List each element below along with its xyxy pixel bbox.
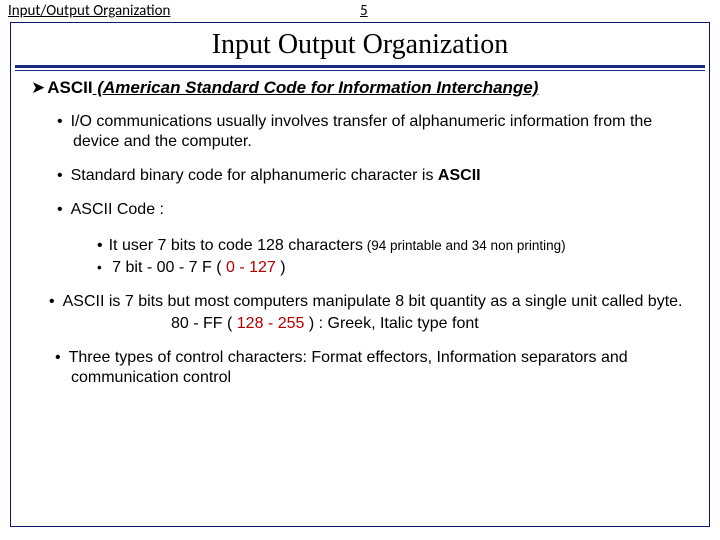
bullet-icon: •	[57, 113, 63, 130]
slide-title: Input Output Organization	[11, 23, 709, 65]
section-heading: ➤ASCII (American Standard Code for Infor…	[31, 75, 689, 112]
heading-expansion: (American Standard Code for Information …	[93, 78, 539, 97]
header-left: Input/Output Organization	[8, 2, 360, 20]
bullet-byte: •ASCII is 7 bits but most computers mani…	[31, 292, 689, 334]
slide-content: ➤ASCII (American Standard Code for Infor…	[11, 71, 709, 388]
bullet-control-chars: •Three types of control characters: Form…	[31, 348, 689, 388]
bullet-ascii-code: •ASCII Code : •It user 7 bits to code 12…	[31, 200, 689, 278]
bullet-io-comm: •I/O communications usually involves tra…	[31, 112, 689, 152]
chevron-icon: ➤	[31, 78, 45, 97]
bullet-standard-code: •Standard binary code for alphanumeric c…	[31, 166, 689, 186]
header-page-number: 5	[360, 2, 712, 20]
bullet-icon: •	[97, 237, 103, 254]
heading-ascii: ASCII	[47, 78, 92, 97]
slide-header: Input/Output Organization 5	[0, 0, 720, 20]
bullet-icon: •	[97, 260, 102, 275]
bullet-icon: •	[49, 293, 55, 310]
bullet-icon: •	[55, 349, 61, 366]
slide-frame: Input Output Organization ➤ASCII (Americ…	[10, 22, 710, 527]
sub-7bits: •It user 7 bits to code 128 characters (…	[31, 236, 689, 256]
bullet-icon: •	[57, 167, 63, 184]
bullet-byte-range: 80 - FF ( 128 - 255 ) : Greek, Italic ty…	[31, 314, 689, 334]
bullet-icon: •	[57, 201, 63, 218]
sub-range: • 7 bit - 00 - 7 F ( 0 - 127 )	[31, 258, 689, 278]
